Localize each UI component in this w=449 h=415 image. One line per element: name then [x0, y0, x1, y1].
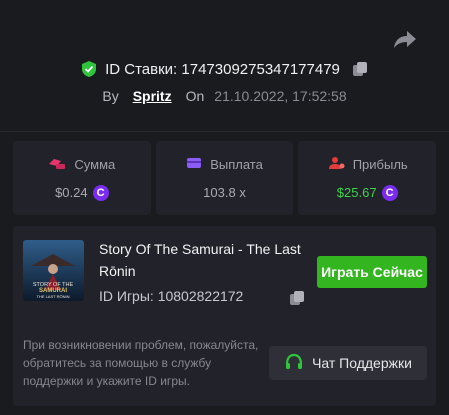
headset-icon [284, 353, 304, 374]
stat-label: Прибыль [352, 156, 408, 172]
game-card: STORY OF THE SAMURAI THE LAST RŌNIN Stor… [13, 226, 436, 406]
bet-header: ID Ставки: 1747309275347177479 By Spritz… [0, 0, 449, 132]
stat-profit: Прибыль $25.67 C [298, 141, 437, 215]
stats-row: Сумма $0.24 C Выплата 103.8 x Прибыль $2… [13, 141, 437, 215]
verified-shield-icon [81, 60, 97, 78]
profit-icon [327, 156, 345, 173]
stat-amount: Сумма $0.24 C [13, 141, 151, 215]
game-id-row: ID Игры: 10802822172 [99, 288, 243, 304]
coins-icon [48, 156, 66, 173]
stat-label: Выплата [210, 157, 263, 172]
share-icon[interactable] [393, 28, 417, 50]
support-help-text: При возникновении проблем, пожалуйста, о… [23, 338, 259, 388]
stat-label: Сумма [74, 156, 116, 172]
game-id-value: 10802822172 [157, 288, 244, 304]
author-row: By Spritz On 21.10.2022, 17:52:58 [0, 85, 449, 107]
by-label: By [102, 88, 119, 104]
game-thumbnail[interactable]: STORY OF THE SAMURAI THE LAST RŌNIN [23, 240, 84, 301]
stat-value: 103.8 x [203, 185, 246, 200]
bet-id-label: ID Ставки: [105, 60, 178, 78]
username-link[interactable]: Spritz [133, 88, 172, 104]
wallet-icon [186, 156, 202, 173]
on-label: On [185, 88, 205, 104]
play-now-button[interactable]: Играть Сейчас [317, 256, 427, 288]
copy-icon[interactable] [352, 61, 368, 77]
game-title[interactable]: Story Of The Samurai - The Last Rōnin [99, 238, 309, 282]
bet-datetime: 21.10.2022, 17:52:58 [214, 88, 347, 104]
game-id-label: ID Игры: [99, 288, 154, 304]
bet-id-row: ID Ставки: 1747309275347177479 [0, 58, 449, 80]
stat-payout: Выплата 103.8 x [155, 141, 294, 215]
support-chat-button[interactable]: Чат Поддержки [269, 346, 427, 380]
copy-icon[interactable] [289, 290, 305, 306]
thumb-text-3: THE LAST RŌNIN [36, 294, 69, 299]
stat-value: $0.24 [55, 185, 88, 200]
currency-coin-icon: C [381, 184, 398, 201]
bet-id-value: 1747309275347177479 [181, 60, 340, 78]
stat-value: $25.67 [336, 185, 377, 200]
currency-coin-icon: C [92, 184, 109, 201]
support-button-label: Чат Поддержки [312, 355, 412, 371]
